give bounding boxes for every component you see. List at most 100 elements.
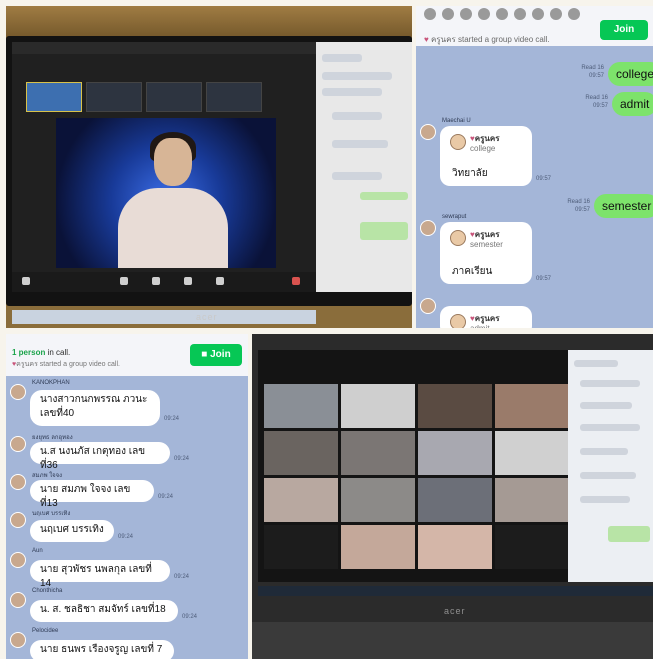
participant-tile[interactable] [341,478,415,522]
participant-tile[interactable] [264,478,338,522]
message-time: 09:24 [174,456,190,462]
participant-tile[interactable] [418,478,492,522]
video-icon[interactable] [120,277,128,285]
message-time: 09:24 [158,494,174,500]
message-text: ภาคเรียน [452,266,493,277]
in-call-status: 1 person in call. [12,348,71,357]
laptop-screen [258,350,653,596]
participant-tile[interactable] [341,431,415,475]
sticker-avatar-icon [450,314,466,328]
laptop-brand-logo: acer [196,312,218,322]
windows-taskbar [258,586,653,596]
participant-thumbnail[interactable] [86,82,142,112]
received-message: นาย สมภพ ใจจง เลขที่13 [30,480,154,509]
chat-message [332,172,382,180]
received-message: น. ส. ชลธิชา สมจัทร์ เลขที่18 [30,600,178,622]
chat-message [322,54,362,62]
chat-message [580,424,640,431]
photo-laptop-gallery-view: acer [252,334,653,659]
share-screen-icon[interactable] [184,277,192,285]
participant-tile[interactable] [418,431,492,475]
participant-thumbnail[interactable] [146,82,202,112]
participant-tile[interactable] [264,525,338,569]
chat-sidebar [568,350,653,582]
chat-message [580,402,632,409]
meeting-controls [12,272,316,292]
received-message: นาย ธนพร เรืองจรูญ เลขที่ 7 [30,640,174,659]
chat-message [322,88,382,96]
avatar [10,384,26,400]
avatar [550,8,562,20]
avatar [10,632,26,648]
sender-name: KANOKPHAN [32,380,70,386]
sticker-word: admit [470,324,490,328]
sticker-avatar-icon [450,134,466,150]
end-call-icon[interactable] [292,277,300,285]
sent-message: admit [612,92,653,116]
avatar [424,8,436,20]
chat-message [580,472,636,479]
join-call-button[interactable]: Join [600,20,648,40]
caller-name: ครูนคร [430,35,456,44]
participant-tile[interactable] [264,431,338,475]
call-started-text: ♥ ครูนคร started a group video call. [424,33,550,46]
participant-thumbnail[interactable] [206,82,262,112]
participant-thumbnail[interactable] [26,82,82,112]
avatar [496,8,508,20]
participant-tile[interactable] [495,525,569,569]
heart-icon: ♥ [424,35,429,44]
received-message: ♥ครูนคร semester ภาคเรียน [440,222,532,284]
avatar [10,552,26,568]
member-avatar-row [424,8,624,20]
video-camera-icon: ■ [201,349,211,360]
sender-name: Pelocidee [32,628,59,634]
message-read-meta: Read 16 09:57 [585,95,608,109]
message-time: 09:24 [182,614,198,620]
laptop-brand-logo: acer [444,606,466,616]
participant-tile[interactable] [418,525,492,569]
message-time: 09:57 [536,176,552,182]
received-message: น.ส นงนภัส เกตุทอง เลขที่36 [30,442,170,471]
avatar [10,512,26,528]
received-message: นฤเบศ บรรเทิง [30,520,114,542]
chat-icon[interactable] [216,277,224,285]
video-call-titlebar [12,42,316,54]
sticker-word: semester [470,240,503,249]
participant-tile[interactable] [418,384,492,428]
chat-message [574,360,618,367]
participant-tile[interactable] [341,525,415,569]
group-call-banner: 1 person in call. ♥ครูนคร started a grou… [6,334,248,376]
sender-name: Chonthicha [32,588,63,594]
message-text: วิทยาลัย [452,168,488,179]
avatar [478,8,490,20]
sender-name: Maechai U [442,118,471,124]
sticker-avatar-icon [450,230,466,246]
participant-strip [26,82,316,116]
sender-name: นฤเบศ บรรเทิง [32,511,71,517]
participant-tile[interactable] [341,384,415,428]
active-speaker-video [56,118,276,268]
chat-message [580,380,640,387]
participant-tile[interactable] [495,384,569,428]
speaker-head [154,138,192,186]
chat-message [332,112,382,120]
participant-tile[interactable] [495,478,569,522]
sent-message: semester [594,194,653,218]
message-read-meta: Read 16 09:57 [581,65,604,79]
join-call-button[interactable]: ■ Join [190,344,242,366]
mute-icon[interactable] [22,277,30,285]
group-call-banner: ♥ ครูนคร started a group video call. Joi… [416,6,653,46]
message-time: 09:24 [164,416,180,422]
sender-name: ยงยุทธ ลกอุทอง [32,435,73,441]
sender-name: sewraput [442,214,467,220]
received-message: ♥ครูนคร college วิทยาลัย [440,126,532,186]
avatar [568,8,580,20]
chat-sidebar [316,42,412,292]
video-call-window [12,42,316,292]
chat-message [580,496,630,503]
sender-name: สมภพ ใจจง [32,473,63,479]
participant-tile[interactable] [495,431,569,475]
participant-tile[interactable] [264,384,338,428]
participants-icon[interactable] [152,277,160,285]
avatar [10,474,26,490]
